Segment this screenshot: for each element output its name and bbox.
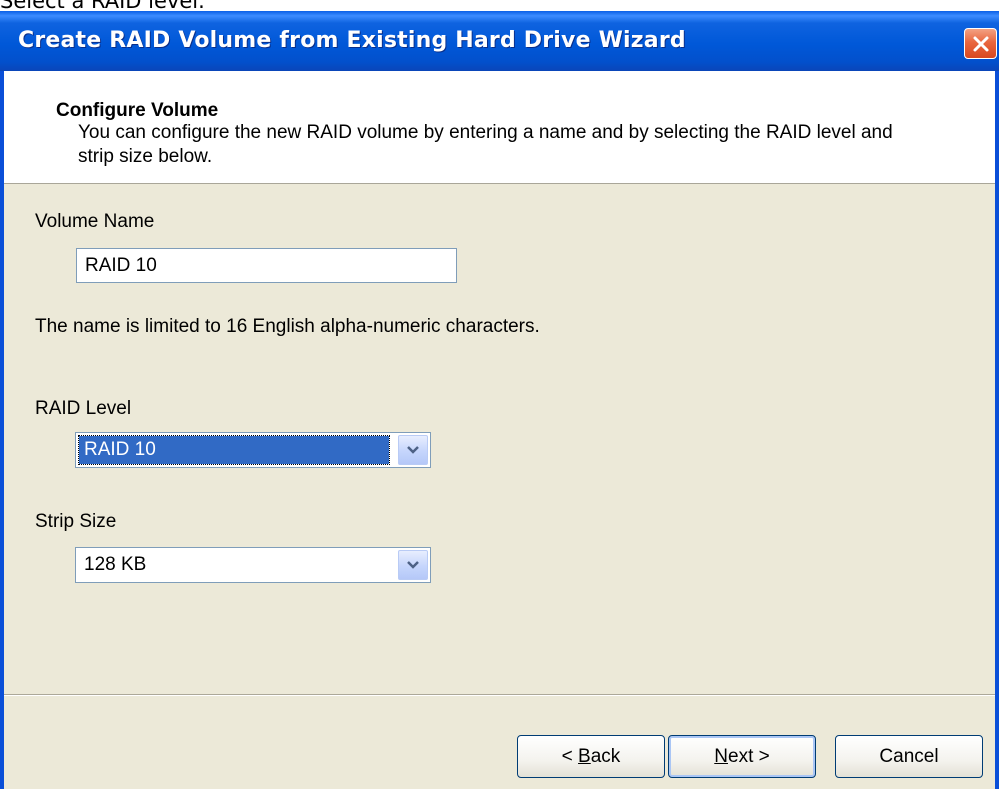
- next-button-mnemonic: N: [714, 745, 728, 767]
- strip-size-value: 128 KB: [84, 554, 147, 575]
- raid-level-dropdown-button[interactable]: [398, 435, 428, 465]
- volume-name-label: Volume Name: [35, 211, 155, 232]
- back-button-label: ack: [590, 745, 621, 767]
- title-bar[interactable]: Create RAID Volume from Existing Hard Dr…: [0, 11, 999, 71]
- next-button-label: ext >: [728, 745, 770, 767]
- page-description: You can configure the new RAID volume by…: [78, 122, 893, 167]
- volume-name-hint: The name is limited to 16 English alpha-…: [35, 316, 540, 337]
- cancel-button-label: Cancel: [879, 745, 939, 767]
- wizard-header: Configure Volume You can configure the n…: [4, 71, 995, 184]
- footer-separator: [4, 694, 995, 696]
- volume-name-field[interactable]: [76, 248, 457, 283]
- cancel-button[interactable]: Cancel: [835, 735, 983, 778]
- back-button-prefix: <: [561, 745, 579, 767]
- window-title: Create RAID Volume from Existing Hard Dr…: [18, 28, 686, 53]
- volume-name-input[interactable]: [77, 249, 456, 282]
- strip-size-select[interactable]: 128 KB: [75, 547, 431, 583]
- raid-level-label: RAID Level: [35, 398, 132, 419]
- page-title: Configure Volume: [56, 100, 219, 121]
- close-button[interactable]: [964, 28, 997, 59]
- chevron-down-icon: [407, 561, 419, 569]
- strip-size-dropdown-button[interactable]: [398, 550, 428, 580]
- back-button-mnemonic: B: [578, 745, 591, 767]
- next-button[interactable]: Next >: [668, 735, 816, 778]
- close-icon: [973, 36, 988, 51]
- back-button[interactable]: < Back: [517, 735, 665, 778]
- window-frame-right: [995, 71, 999, 789]
- raid-level-select[interactable]: RAID 10: [75, 432, 431, 468]
- strip-size-label: Strip Size: [35, 511, 117, 532]
- raid-level-value: RAID 10: [78, 435, 390, 465]
- caption-text: Select a RAID level.: [0, 0, 205, 13]
- chevron-down-icon: [407, 446, 419, 454]
- wizard-dialog: Create RAID Volume from Existing Hard Dr…: [0, 11, 999, 789]
